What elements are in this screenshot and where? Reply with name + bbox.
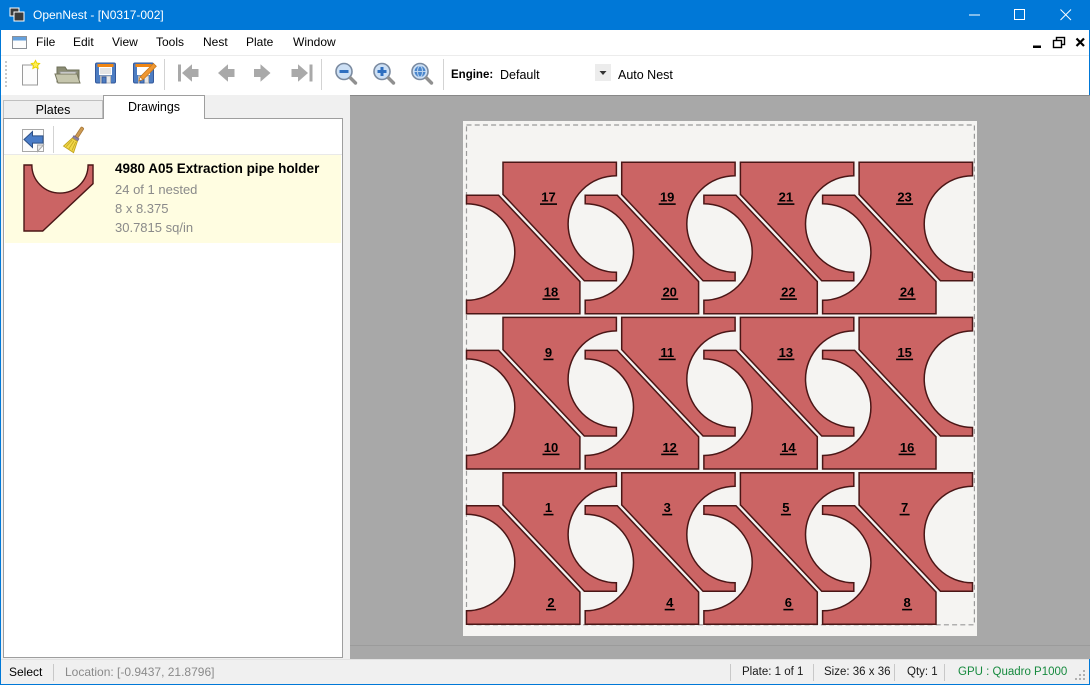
svg-text:11: 11 xyxy=(660,345,674,360)
svg-text:2: 2 xyxy=(547,595,554,610)
svg-text:20: 20 xyxy=(662,285,676,300)
svg-text:17: 17 xyxy=(541,190,555,205)
svg-text:10: 10 xyxy=(544,440,558,455)
svg-text:6: 6 xyxy=(785,595,792,610)
svg-text:19: 19 xyxy=(660,190,674,205)
svg-text:23: 23 xyxy=(897,190,911,205)
svg-text:8: 8 xyxy=(903,595,910,610)
svg-text:1: 1 xyxy=(545,500,552,515)
svg-text:3: 3 xyxy=(664,500,671,515)
svg-text:18: 18 xyxy=(544,285,558,300)
svg-text:7: 7 xyxy=(901,500,908,515)
svg-text:5: 5 xyxy=(782,500,789,515)
svg-text:14: 14 xyxy=(781,440,796,455)
svg-text:15: 15 xyxy=(897,345,911,360)
svg-text:24: 24 xyxy=(900,285,915,300)
svg-text:4: 4 xyxy=(666,595,674,610)
svg-text:13: 13 xyxy=(779,345,793,360)
svg-text:9: 9 xyxy=(545,345,552,360)
svg-text:12: 12 xyxy=(662,440,676,455)
svg-text:22: 22 xyxy=(781,285,795,300)
svg-text:16: 16 xyxy=(900,440,914,455)
svg-text:21: 21 xyxy=(779,190,793,205)
